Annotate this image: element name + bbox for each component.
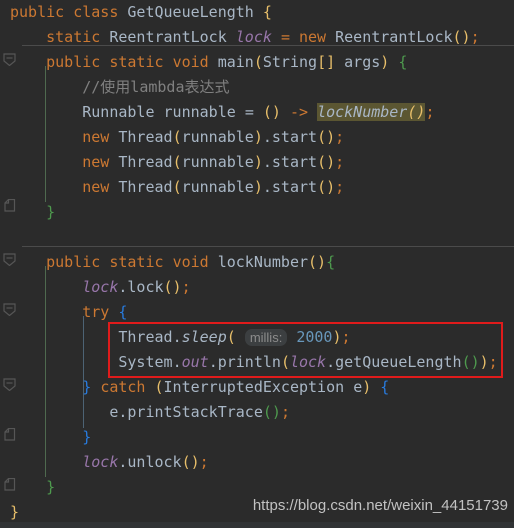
method-start: start [271, 178, 318, 196]
brace-close-main: } [46, 203, 56, 221]
code-line-10[interactable] [0, 225, 514, 250]
code-line-12[interactable]: lock.lock(); [0, 275, 514, 300]
brace-close-try: } [82, 378, 92, 396]
method-unlock: unlock [127, 453, 182, 471]
comment-lambda: //使用lambda表达式 [82, 78, 230, 96]
method-name-locknumber: lockNumber [217, 253, 309, 271]
brace-open-try: { [118, 303, 128, 321]
code-line-19[interactable]: lock.unlock(); [0, 450, 514, 475]
keyword-public: public [46, 253, 101, 271]
brace-close-catch: } [82, 428, 92, 446]
code-line-6[interactable]: new Thread(runnable).start(); [0, 125, 514, 150]
keyword-new: new [82, 178, 110, 196]
method-name-main: main [217, 53, 254, 71]
type-thread: Thread [118, 153, 173, 171]
code-line-3[interactable]: public static void main(String[] args) { [0, 50, 514, 75]
code-line-5[interactable]: Runnable runnable = () -> lockNumber(); [0, 100, 514, 125]
arg-runnable: runnable [181, 128, 254, 146]
type-system: System [118, 353, 173, 371]
type-thread: Thread [118, 128, 173, 146]
type-thread: Thread [118, 178, 173, 196]
keyword-static: static [109, 53, 164, 71]
code-line-4[interactable]: //使用lambda表达式 [0, 75, 514, 100]
brace-close-locknumber: } [46, 478, 56, 496]
code-line-11[interactable]: public static void lockNumber(){ [0, 250, 514, 275]
code-line-2[interactable]: static ReentrantLock lock = new Reentran… [0, 25, 514, 50]
field-lock: lock [82, 453, 119, 471]
class-name: GetQueueLength [127, 3, 254, 21]
keyword-static: static [109, 253, 164, 271]
keyword-catch: catch [100, 378, 146, 396]
ctor-reentrantlock: ReentrantLock [335, 28, 453, 46]
code-line-13[interactable]: try { [0, 300, 514, 325]
field-lock: lock [82, 278, 119, 296]
type-interruptedexception: InterruptedException [163, 378, 345, 396]
code-line-15[interactable]: System.out.println(lock.getQueueLength()… [0, 350, 514, 375]
keyword-void: void [172, 53, 209, 71]
arg-runnable: runnable [181, 153, 254, 171]
method-println: println [217, 353, 281, 371]
code-line-14[interactable]: Thread.sleep( millis: 2000); [0, 325, 514, 350]
code-line-1[interactable]: public class GetQueueLength { [0, 0, 514, 25]
brace-open-catch: { [380, 378, 390, 396]
keyword-new: new [299, 28, 327, 46]
code-line-18[interactable]: } [0, 425, 514, 450]
method-start: start [271, 128, 318, 146]
var-runnable: runnable [163, 103, 236, 121]
keyword-static: static [46, 28, 101, 46]
keyword-public: public [46, 53, 101, 71]
editor-bottom-bar [0, 522, 514, 528]
keyword-void: void [172, 253, 209, 271]
brace-close-class: } [10, 503, 20, 521]
field-lock: lock [235, 28, 272, 46]
inlay-hint-millis: millis: [244, 329, 288, 346]
method-start: start [271, 153, 318, 171]
watermark-url: https://blog.csdn.net/weixin_44151739 [252, 497, 508, 514]
literal-2000: 2000 [296, 328, 333, 346]
field-lock: lock [289, 353, 327, 371]
field-out: out [181, 353, 209, 371]
brace-open-main: { [398, 53, 408, 71]
code-line-8[interactable]: new Thread(runnable).start(); [0, 175, 514, 200]
type-thread: Thread [118, 328, 173, 346]
keyword-new: new [82, 128, 110, 146]
code-editor[interactable]: public class GetQueueLength { static Ree… [0, 0, 514, 528]
code-line-9[interactable]: } [0, 200, 514, 225]
brace-open-class: { [262, 3, 272, 21]
keyword-new: new [82, 153, 110, 171]
method-lock: lock [127, 278, 164, 296]
arg-runnable: runnable [181, 178, 254, 196]
lambda-arrow: -> [289, 103, 309, 121]
var-exception: e [353, 378, 363, 396]
param-args: args [344, 53, 381, 71]
type-runnable: Runnable [82, 103, 155, 121]
keyword-class: class [73, 3, 119, 21]
keyword-public: public [10, 3, 65, 21]
type-string: String [262, 53, 318, 71]
keyword-try: try [82, 303, 110, 321]
code-line-16[interactable]: } catch (InterruptedException e) { [0, 375, 514, 400]
method-sleep: sleep [181, 328, 227, 346]
highlighted-locknumber-call[interactable]: lockNumber [317, 103, 408, 121]
code-line-17[interactable]: e.printStackTrace(); [0, 400, 514, 425]
method-getqueuelength: getQueueLength [335, 353, 462, 371]
method-printstacktrace: printStackTrace [127, 403, 263, 421]
code-line-7[interactable]: new Thread(runnable).start(); [0, 150, 514, 175]
type-reentrantlock: ReentrantLock [109, 28, 227, 46]
